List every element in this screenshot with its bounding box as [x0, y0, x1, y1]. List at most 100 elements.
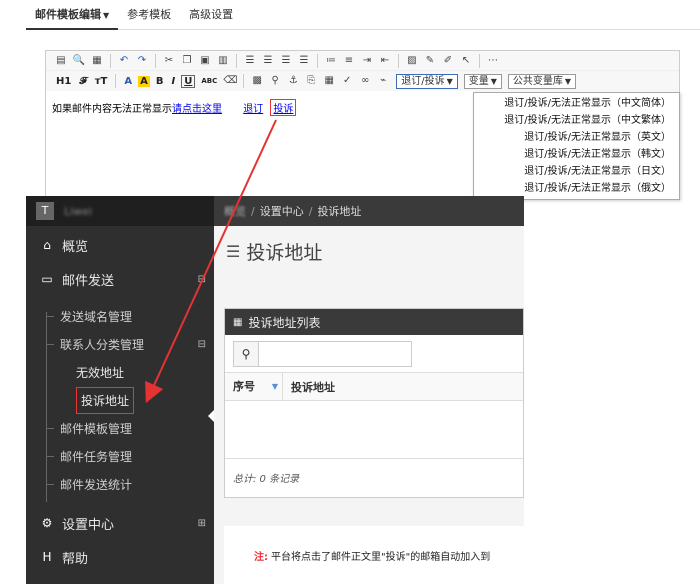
- sidebar-item-contact-category[interactable]: 联系人分类管理 ⊟: [26, 330, 214, 358]
- breadcrumb-home[interactable]: 概览: [224, 203, 246, 219]
- variables-dropdown[interactable]: 变量 ▼: [463, 73, 502, 89]
- sidebar-item-task-mgmt[interactable]: 邮件任务管理: [26, 442, 214, 470]
- strikethrough-button[interactable]: ABC: [199, 77, 219, 85]
- attachment-icon[interactable]: ⎘: [304, 74, 318, 88]
- unlink-icon[interactable]: ⌁: [376, 74, 390, 88]
- dropdown-item-ko[interactable]: 退订/投诉/无法正常显示（韩文）: [474, 146, 679, 163]
- home-icon: ⌂: [43, 238, 51, 252]
- font-color-button[interactable]: A: [122, 76, 134, 87]
- search-button[interactable]: ⚲: [233, 340, 259, 367]
- tab-reference-template[interactable]: 参考模板: [118, 0, 180, 30]
- table-body-empty: [225, 401, 523, 459]
- toolbar-divider: [479, 53, 480, 68]
- source-icon[interactable]: ▤: [54, 54, 68, 68]
- preview-icon[interactable]: 🔍: [72, 54, 86, 68]
- toolbar-row-2: H1 𝓕 тT A A B I U ABC ⌫ ▩ ⚲ ⚓ ⎘ ▦ ✓ ∞ ⌁ …: [46, 71, 679, 91]
- breadcrumb-separator: /: [308, 204, 313, 218]
- view-online-link[interactable]: 请点击这里: [172, 104, 222, 115]
- highlight-color-button[interactable]: A: [138, 75, 150, 87]
- column-header-address[interactable]: 投诉地址: [283, 379, 335, 395]
- complaint-highlight-box: 投诉: [270, 99, 297, 116]
- sidebar-item-complaint-address[interactable]: 投诉地址: [26, 386, 214, 414]
- sidebar-item-invalid-address[interactable]: 无效地址: [26, 358, 214, 386]
- underline-button[interactable]: U: [181, 74, 196, 88]
- insert-link-icon[interactable]: ⚲: [268, 74, 282, 88]
- copy-icon[interactable]: ❐: [180, 54, 194, 68]
- cursor-icon[interactable]: ↖: [459, 54, 473, 68]
- sidebar-item-help[interactable]: H 帮助: [26, 540, 214, 574]
- unsubscribe-link[interactable]: 退订: [243, 104, 263, 115]
- align-center-icon[interactable]: ☰: [261, 54, 275, 68]
- tab-template-edit[interactable]: 邮件模板编辑 ▼: [26, 0, 119, 30]
- paste-icon[interactable]: ▣: [198, 54, 212, 68]
- italic-button[interactable]: I: [169, 76, 177, 87]
- breadcrumb-settings[interactable]: 设置中心: [260, 203, 304, 219]
- ordered-list-icon[interactable]: ≔: [324, 54, 338, 68]
- brand: T Liwei: [26, 196, 214, 226]
- dropdown-item-ru[interactable]: 退订/投诉/无法正常显示（俄文）: [474, 180, 679, 197]
- dropdown-item-zh-cn[interactable]: 退订/投诉/无法正常显示（中文简体）: [474, 95, 679, 112]
- public-variables-dropdown[interactable]: 公共变量库 ▼: [507, 73, 577, 89]
- notice: 注: 平台将点击了邮件正文里"投诉"的邮箱自动加入到: [224, 526, 524, 584]
- column-header-no[interactable]: 序号 ▼: [225, 372, 283, 401]
- font-size-button[interactable]: тT: [93, 76, 110, 87]
- collapse-icon[interactable]: ⊟: [198, 274, 206, 285]
- special-char-icon[interactable]: ✓: [340, 74, 354, 88]
- template-icon[interactable]: ▦: [90, 54, 104, 68]
- unordered-list-icon[interactable]: ≡: [342, 54, 356, 68]
- clear-format-icon[interactable]: ⌫: [223, 74, 237, 88]
- dropdown-item-en[interactable]: 退订/投诉/无法正常显示（英文）: [474, 129, 679, 146]
- sidebar-item-send-stats[interactable]: 邮件发送统计: [26, 470, 214, 498]
- redo-icon[interactable]: ↷: [135, 54, 149, 68]
- toolbar-row-1: ▤ 🔍 ▦ ↶ ↷ ✂ ❐ ▣ ▥ ☰ ☰ ☰ ☰ ≔ ≡ ⇥ ⇤ ▨ ✎ ✐ …: [46, 51, 679, 71]
- expand-icon[interactable]: ⊞: [198, 518, 206, 529]
- admin-console: T Liwei ⌂ 概览 ▭ 邮件发送 ⊟ 发送域名管理 联系人分类管理 ⊟ 无效地址…: [26, 196, 524, 584]
- align-left-icon[interactable]: ☰: [243, 54, 257, 68]
- chevron-down-icon: ▼: [490, 76, 497, 86]
- tab-advanced-settings[interactable]: 高级设置: [180, 0, 242, 30]
- complaint-list-panel: ▦ 投诉地址列表 ⚲ 序号 ▼ 投诉地址 总计: 0 条记录: [224, 308, 524, 498]
- breadcrumb-separator: /: [251, 204, 255, 218]
- sidebar-item-domain-mgmt[interactable]: 发送域名管理: [26, 302, 214, 330]
- table-header: 序号 ▼ 投诉地址: [225, 372, 523, 401]
- heading-button[interactable]: H1: [54, 76, 73, 87]
- editor-text: 如果邮件内容无法正常显示: [52, 104, 172, 115]
- inbox-icon: ▭: [41, 272, 53, 286]
- paste-text-icon[interactable]: ▥: [216, 54, 230, 68]
- brush-icon[interactable]: ✎: [423, 54, 437, 68]
- collapse-icon[interactable]: ⊟: [198, 339, 206, 350]
- list-icon: ☰: [226, 241, 241, 261]
- font-family-button[interactable]: 𝓕: [77, 76, 88, 87]
- sidebar-item-mail-send[interactable]: ▭ 邮件发送 ⊟: [26, 262, 214, 296]
- sort-icon[interactable]: ▼: [272, 373, 278, 401]
- brand-name: Liwei: [64, 204, 93, 218]
- undo-icon[interactable]: ↶: [117, 54, 131, 68]
- dropdown-item-ja[interactable]: 退订/投诉/无法正常显示（日文）: [474, 163, 679, 180]
- indent-icon[interactable]: ⇥: [360, 54, 374, 68]
- eraser-icon[interactable]: ✐: [441, 54, 455, 68]
- toolbar-divider: [243, 74, 245, 88]
- chain-icon[interactable]: ∞: [358, 74, 372, 88]
- align-justify-icon[interactable]: ☰: [297, 54, 311, 68]
- grid-icon[interactable]: ⋯: [486, 54, 500, 68]
- search-icon: ⚲: [241, 346, 251, 361]
- sidebar-item-overview[interactable]: ⌂ 概览: [26, 228, 214, 262]
- table-footer: 总计: 0 条记录: [233, 473, 300, 485]
- outdent-icon[interactable]: ⇤: [378, 54, 392, 68]
- sidebar-item-settings[interactable]: ⚙ 设置中心 ⊞: [26, 506, 214, 540]
- insert-image-icon[interactable]: ▩: [250, 74, 264, 88]
- chevron-down-icon: ▼: [564, 76, 572, 86]
- cut-icon[interactable]: ✂: [162, 54, 176, 68]
- dropdown-item-zh-tw[interactable]: 退订/投诉/无法正常显示（中文繁体）: [474, 112, 679, 129]
- anchor-icon[interactable]: ⚓: [286, 74, 300, 88]
- bold-button[interactable]: B: [154, 76, 166, 87]
- image-icon[interactable]: ▨: [405, 54, 419, 68]
- table-icon[interactable]: ▦: [322, 74, 336, 88]
- gear-icon: ⚙: [41, 516, 53, 530]
- unsubscribe-dropdown[interactable]: 退订/投诉 ▼: [396, 73, 458, 89]
- sidebar-item-template-mgmt[interactable]: 邮件模板管理: [26, 414, 214, 442]
- complaint-link[interactable]: 投诉: [273, 104, 293, 115]
- search-input[interactable]: [259, 340, 412, 367]
- breadcrumb: 概览 / 设置中心 / 投诉地址: [214, 196, 524, 226]
- align-right-icon[interactable]: ☰: [279, 54, 293, 68]
